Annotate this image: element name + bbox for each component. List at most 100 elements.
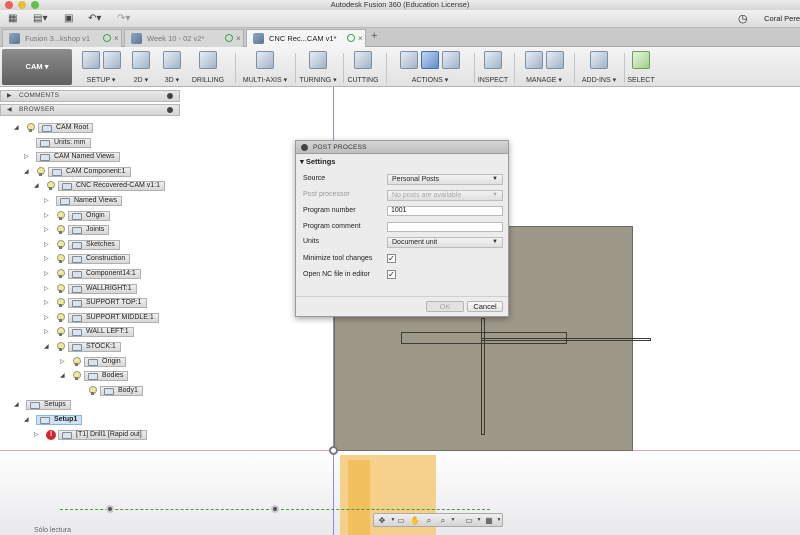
tree-node-label[interactable]: Construction <box>68 254 131 265</box>
tree-node-label[interactable]: Named Views <box>56 196 123 206</box>
visibility-bulb-icon[interactable] <box>26 123 35 133</box>
tree-node-label[interactable]: CAM Component:1 <box>48 166 131 177</box>
tree-node-label[interactable]: Joints <box>68 225 110 236</box>
3d-group[interactable]: 3D ▾ <box>158 47 186 87</box>
visibility-bulb-icon[interactable] <box>56 298 65 308</box>
axis-node[interactable] <box>106 505 114 513</box>
visibility-bulb-icon[interactable] <box>56 327 65 337</box>
orbit-icon[interactable]: ✥ <box>377 516 387 525</box>
tree-node-label[interactable]: Component14:1 <box>68 269 141 279</box>
support-middle-geometry[interactable] <box>481 338 651 341</box>
tree-node-label[interactable]: Setup1 <box>36 415 83 425</box>
tree-node-label[interactable]: Body1 <box>100 385 143 396</box>
collapsed-arrow-icon[interactable]: ▷ <box>44 253 49 265</box>
collapsed-arrow-icon[interactable]: ▷ <box>44 326 49 338</box>
panel-pin-icon[interactable] <box>167 107 173 113</box>
dialog-title-bar[interactable]: POST PROCESS <box>296 141 508 154</box>
tree-node-label[interactable]: Origin <box>84 356 126 367</box>
visibility-bulb-icon[interactable] <box>72 356 81 367</box>
job-status-icon[interactable]: ◷ <box>738 12 748 25</box>
visibility-bulb-icon[interactable] <box>56 283 65 294</box>
browser-panel-header[interactable]: ◀ BROWSER <box>0 104 180 116</box>
tree-node-label[interactable]: CAM Root <box>38 123 94 133</box>
grid-menu-icon[interactable]: ▦ <box>8 13 17 25</box>
post-processor-select[interactable]: No posts are available ▼ <box>387 190 503 201</box>
collapsed-arrow-icon[interactable]: ▷ <box>60 356 65 368</box>
visibility-bulb-icon[interactable] <box>88 385 97 396</box>
doc-tab-2[interactable]: Week 10 - 02 v2* × <box>124 29 244 47</box>
tree-node-label[interactable]: STOCK:1 <box>68 342 121 352</box>
tree-node-label[interactable]: CAM Named Views <box>36 152 120 163</box>
panel-pin-icon[interactable] <box>167 93 173 99</box>
tree-node-label[interactable]: WALLRIGHT:1 <box>68 283 137 294</box>
undo-icon[interactable]: ↶▾ <box>88 13 101 25</box>
cutting-group[interactable]: CUTTING <box>345 47 381 87</box>
inspect-group[interactable]: INSPECT <box>476 47 510 87</box>
zoom-window-button[interactable] <box>31 1 39 9</box>
pan-icon[interactable]: ✋ <box>410 516 420 525</box>
collapsed-arrow-icon[interactable]: ▷ <box>44 268 49 280</box>
visibility-bulb-icon[interactable] <box>72 371 81 381</box>
close-window-button[interactable] <box>5 1 13 9</box>
program-number-input[interactable]: 1001 <box>387 206 503 216</box>
visibility-bulb-icon[interactable] <box>56 210 65 221</box>
tree-node-label[interactable]: SUPPORT TOP:1 <box>68 298 147 309</box>
collapsed-arrow-icon[interactable]: ▷ <box>44 297 49 309</box>
visibility-bulb-icon[interactable] <box>56 225 65 235</box>
cancel-button[interactable]: Cancel <box>467 301 503 312</box>
new-tab-icon[interactable]: + <box>371 30 377 42</box>
visibility-bulb-icon[interactable] <box>56 269 65 279</box>
tree-node-label[interactable]: WALL LEFT:1 <box>68 327 134 338</box>
open-nc-checkbox[interactable]: ✓ <box>387 270 396 279</box>
visibility-bulb-icon[interactable] <box>56 239 65 250</box>
look-at-icon[interactable]: ▭ <box>396 516 406 525</box>
visibility-bulb-icon[interactable] <box>56 342 65 352</box>
display-settings-icon[interactable]: ▭ <box>464 516 474 525</box>
dropdown-caret-icon[interactable]: ▼ <box>448 516 458 525</box>
visibility-bulb-icon[interactable] <box>56 254 65 264</box>
expanded-arrow-icon[interactable]: ◢ <box>14 399 19 411</box>
tree-node-label[interactable]: Units: mm <box>36 137 91 148</box>
close-tab-icon[interactable]: × <box>114 30 119 47</box>
redo-icon[interactable]: ↷▾ <box>117 13 130 25</box>
minimize-window-button[interactable] <box>18 1 26 9</box>
file-menu-icon[interactable]: ▤▾ <box>33 13 47 25</box>
tree-node-label[interactable]: Setups <box>26 400 71 411</box>
manage-group[interactable]: MANAGE ▾ <box>518 47 570 87</box>
expanded-arrow-icon[interactable]: ◢ <box>24 414 29 426</box>
visibility-bulb-icon[interactable] <box>46 181 55 191</box>
expanded-arrow-icon[interactable]: ◢ <box>34 180 39 192</box>
dropdown-caret-icon[interactable]: ▼ <box>494 516 504 525</box>
collapsed-arrow-icon[interactable]: ▷ <box>44 195 49 207</box>
drilling-group[interactable]: DRILLING <box>188 47 228 87</box>
tree-node-label[interactable]: Sketches <box>68 239 120 250</box>
settings-section-header[interactable]: ▾ Settings <box>300 157 335 166</box>
add-ins-group[interactable]: ADD-INS ▾ <box>576 47 622 87</box>
actions-group[interactable]: ACTIONS ▾ <box>390 47 470 87</box>
grid-settings-icon[interactable]: ▦ <box>484 516 494 525</box>
close-tab-icon[interactable]: × <box>236 30 241 47</box>
program-comment-input[interactable] <box>387 222 503 232</box>
visibility-bulb-icon[interactable] <box>56 312 65 323</box>
origin-point[interactable] <box>329 446 338 455</box>
save-icon[interactable]: ▣ <box>64 13 73 25</box>
close-tab-icon[interactable]: × <box>358 30 363 47</box>
units-select[interactable]: Document unit ▼ <box>387 237 503 248</box>
expanded-arrow-icon[interactable]: ◢ <box>60 370 65 382</box>
2d-group[interactable]: 2D ▾ <box>128 47 154 87</box>
expanded-arrow-icon[interactable]: ◢ <box>24 166 29 178</box>
setup-group[interactable]: SETUP ▾ <box>76 47 126 87</box>
dropdown-caret-icon[interactable]: ▼ <box>474 516 484 525</box>
expanded-arrow-icon[interactable]: ◢ <box>14 122 19 134</box>
user-account[interactable]: Coral Pere <box>764 14 800 23</box>
collapsed-arrow-icon[interactable]: ▷ <box>24 151 29 163</box>
comments-panel-header[interactable]: ▶ COMMENTS <box>0 90 180 102</box>
tree-node-label[interactable]: Origin <box>68 210 110 221</box>
zoom-icon[interactable]: ⌕ <box>424 516 434 525</box>
tree-node-label[interactable]: CNC Recovered-CAM v1:1 <box>58 181 166 192</box>
source-select[interactable]: Personal Posts ▼ <box>387 174 503 185</box>
ok-button[interactable]: OK <box>426 301 464 312</box>
wall-geometry[interactable] <box>481 318 485 435</box>
collapsed-arrow-icon[interactable]: ▷ <box>44 239 49 251</box>
visibility-bulb-icon[interactable] <box>36 166 45 177</box>
